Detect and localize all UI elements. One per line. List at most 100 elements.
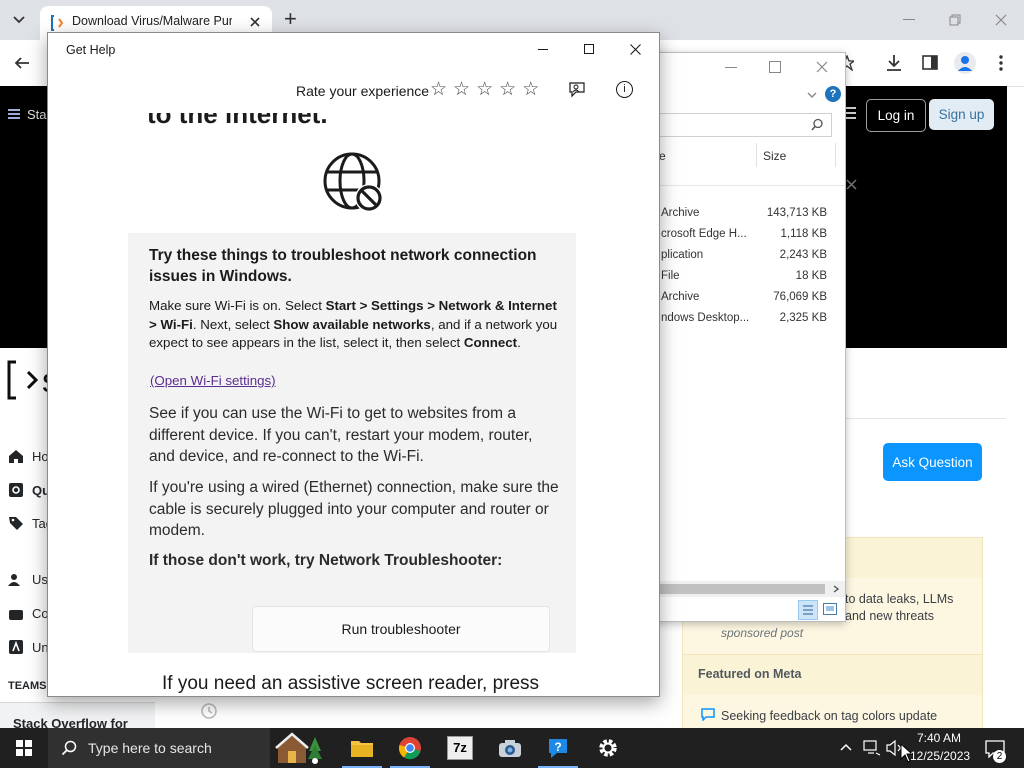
chrome-icon [398,737,421,760]
gh-close-button[interactable] [612,33,658,65]
stackoverflow-favicon-icon [51,15,64,31]
feedback-icon[interactable] [568,81,586,99]
expand-chevron-icon[interactable] [807,92,817,98]
scroll-right-icon[interactable] [833,585,839,593]
run-troubleshooter-button[interactable]: Run troubleshooter [252,606,550,652]
help-content[interactable]: to the internet. Try these things to tro… [48,113,659,696]
file-row[interactable]: crosoft Edge H... 1,118 KB [659,225,835,246]
tab-title: Download Virus/Malware Purpose [72,14,232,28]
close-window-icon[interactable] [995,14,1007,26]
list-icon [803,605,813,615]
nav-unanswered[interactable]: Un [8,639,49,655]
file-type: plication [661,249,704,261]
new-tab-button[interactable]: + [284,6,297,32]
column-divider-2 [835,143,836,167]
column-header-name[interactable]: e [659,149,666,163]
blog-post-line2[interactable]: and new threats [845,609,934,623]
file-row[interactable]: File 18 KB [659,267,835,288]
dialog-minimize-icon[interactable] [725,67,737,69]
star-5-icon[interactable]: ☆ [522,80,539,100]
start-button[interactable] [0,728,48,768]
maximize-icon [584,44,594,54]
file-row[interactable]: Archive 76,069 KB [659,288,835,309]
clock-time[interactable]: 7:40 AM [917,731,961,745]
login-button[interactable]: Log in [866,99,926,132]
file-type: ndows Desktop... [661,312,750,324]
tab-search-button[interactable] [8,10,30,30]
file-row[interactable]: ndows Desktop... 2,325 KB [659,309,835,330]
users-icon [8,573,20,586]
sevenzip-taskbar[interactable]: 7z [436,728,484,768]
profile-avatar[interactable] [954,52,976,74]
wifi-text-2: . Next, select [192,316,274,332]
star-1-icon[interactable]: ☆ [430,80,447,100]
column-header-size[interactable]: Size [763,149,786,163]
rate-experience-label: Rate your experience [296,83,430,99]
file-row[interactable]: Archive 143,713 KB [659,204,835,225]
file-size: 2,243 KB [779,249,827,261]
star-2-icon[interactable]: ☆ [453,80,470,100]
file-explorer-taskbar[interactable] [338,728,386,768]
sevenzip-icon: 7z [447,736,473,760]
kebab-menu-icon[interactable] [999,55,1003,71]
camera-taskbar[interactable] [486,728,534,768]
chevron-up-icon[interactable] [840,743,852,751]
minimize-icon[interactable] [903,19,915,21]
close-tab-icon[interactable] [249,16,261,28]
svg-text:?: ? [554,740,561,754]
notification-center-button[interactable]: 2 [980,728,1024,768]
download-icon[interactable] [886,54,902,72]
file-size: 2,325 KB [779,312,827,324]
hamburger-icon[interactable] [8,108,20,120]
details-view-icon[interactable] [798,600,818,620]
history-icon[interactable] [200,702,218,720]
file-size: 1,118 KB [780,228,827,240]
meta-post-link[interactable]: Seeking feedback on tag colors update [721,709,937,723]
network-icon[interactable] [863,740,881,756]
star-3-icon[interactable]: ☆ [476,80,493,100]
gh-maximize-button[interactable] [566,33,612,65]
search-icon [61,740,77,756]
help-icon[interactable]: ? [825,86,841,102]
get-help-window: Get Help Rate your experience ☆ ☆ ☆ ☆ ☆ … [47,32,660,697]
stackoverflow-logo-icon[interactable] [6,360,38,400]
dialog-maximize-icon[interactable] [769,61,781,73]
search-box[interactable] [655,113,832,137]
file-row[interactable]: plication 2,243 KB [659,246,835,267]
signup-label: Sign up [938,107,985,122]
star-4-icon[interactable]: ☆ [499,80,516,100]
signup-button[interactable]: Sign up [929,99,994,130]
featured-meta-header: Featured on Meta [682,654,983,696]
horizontal-scrollbar[interactable] [655,581,845,597]
open-wifi-settings-link[interactable]: (Open Wi-Fi settings) [150,373,276,388]
blog-post-line1[interactable]: to data leaks, LLMs [845,592,953,606]
info-icon[interactable]: i [616,81,633,98]
restore-icon[interactable] [949,14,961,26]
gh-minimize-button[interactable] [520,33,566,65]
file-type: File [661,270,680,282]
settings-taskbar[interactable] [584,728,632,768]
nav-users[interactable]: Us [8,572,48,587]
scrollbar-thumb[interactable] [655,584,825,594]
taskbar-search-box[interactable]: Type here to search [48,728,270,768]
dialog-close-icon[interactable] [816,61,828,73]
close-icon [629,43,641,55]
side-panel-icon[interactable] [922,55,938,70]
help-symbol: ? [829,88,837,100]
clock-date[interactable]: 12/25/2023 [910,749,970,763]
window-title: Get Help [66,43,116,57]
widgets-button[interactable] [270,728,326,768]
star-rating: ☆ ☆ ☆ ☆ ☆ [430,80,539,100]
chrome-taskbar[interactable] [386,728,434,768]
get-help-taskbar[interactable]: ? [534,728,582,768]
nav-home[interactable]: Ho [8,449,49,464]
wifi-instructions: Make sure Wi-Fi is on. Select Start > Se… [149,297,559,353]
preview-view-icon[interactable] [823,603,837,615]
ask-question-button[interactable]: Ask Question [883,443,982,481]
back-arrow-icon[interactable] [14,55,30,71]
nav-questions[interactable]: Qu [8,482,50,498]
wifi-text-4: . [517,335,521,350]
close-banner-icon[interactable] [846,179,857,190]
nav-companies[interactable]: Co [8,606,49,621]
home-icon [9,450,23,463]
